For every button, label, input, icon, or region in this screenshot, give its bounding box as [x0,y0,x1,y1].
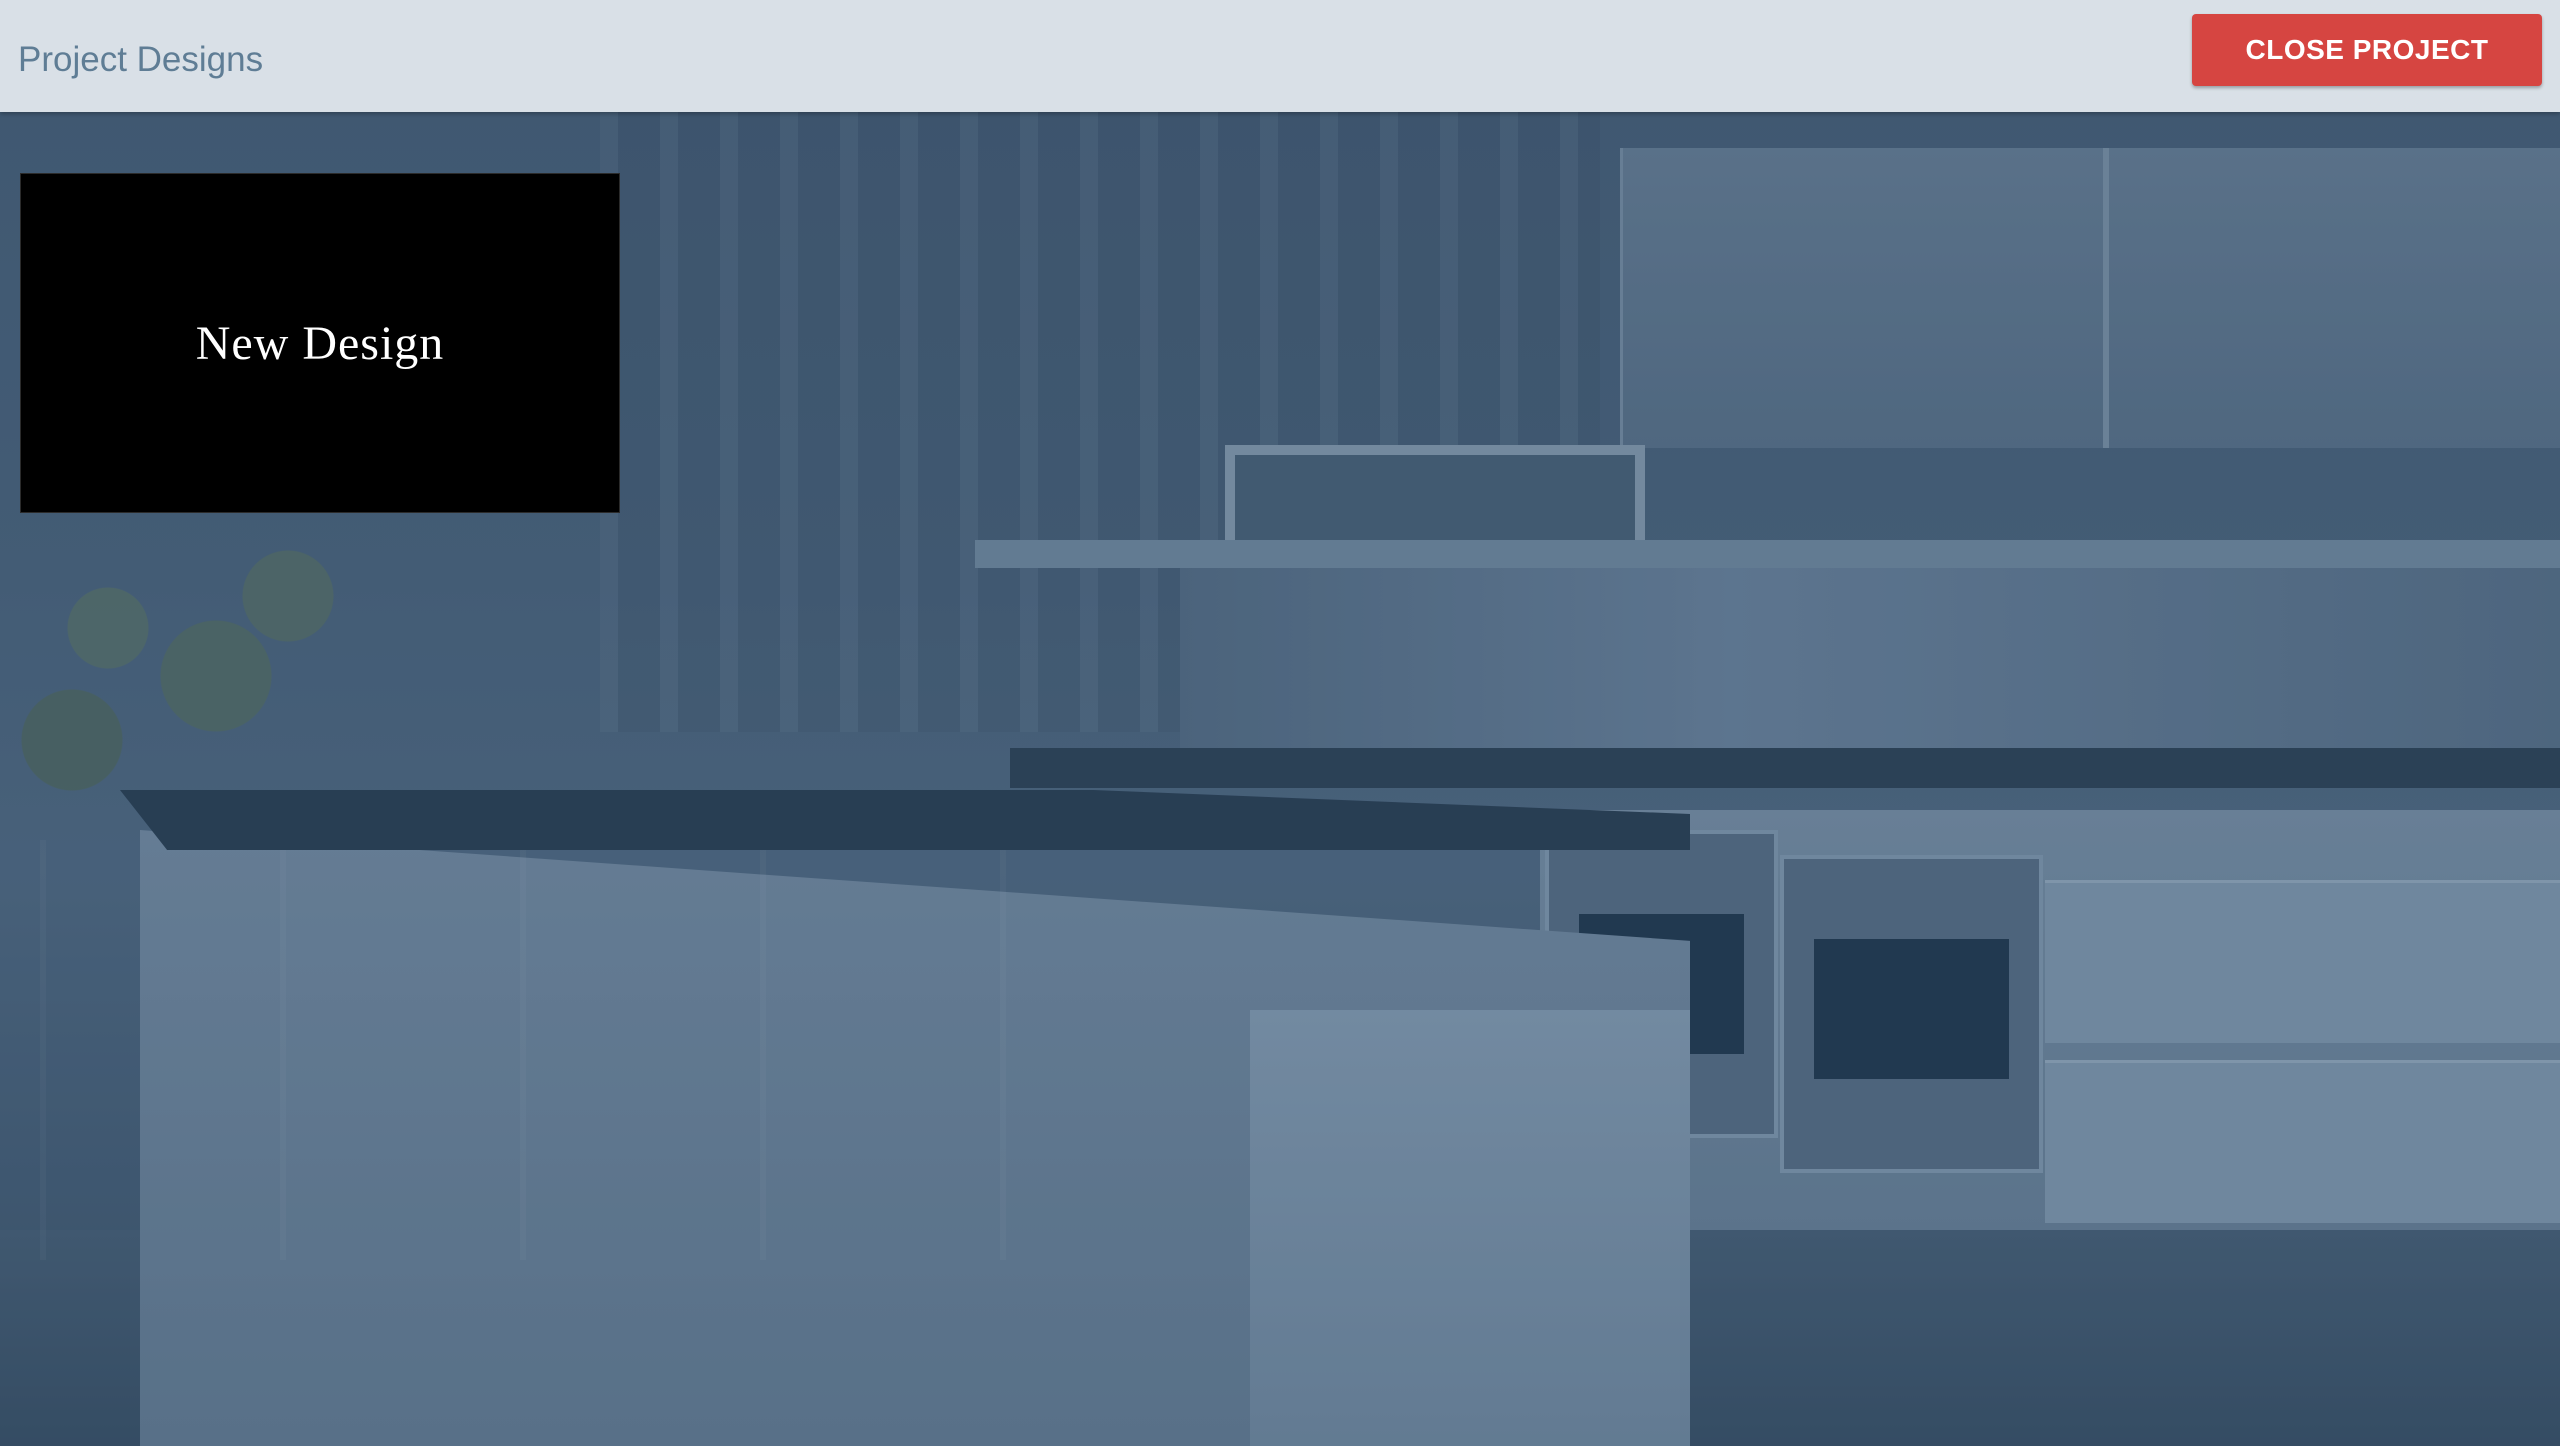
close-project-button[interactable]: CLOSE PROJECT [2192,14,2542,86]
design-card-new-design[interactable]: New Design [20,173,620,513]
design-card-label: New Design [195,316,445,370]
app-root: Project Designs CLOSE PROJECT New Design [0,0,2560,1446]
top-header-bar: Project Designs CLOSE PROJECT [0,0,2560,112]
page-title: Project Designs [18,40,264,79]
